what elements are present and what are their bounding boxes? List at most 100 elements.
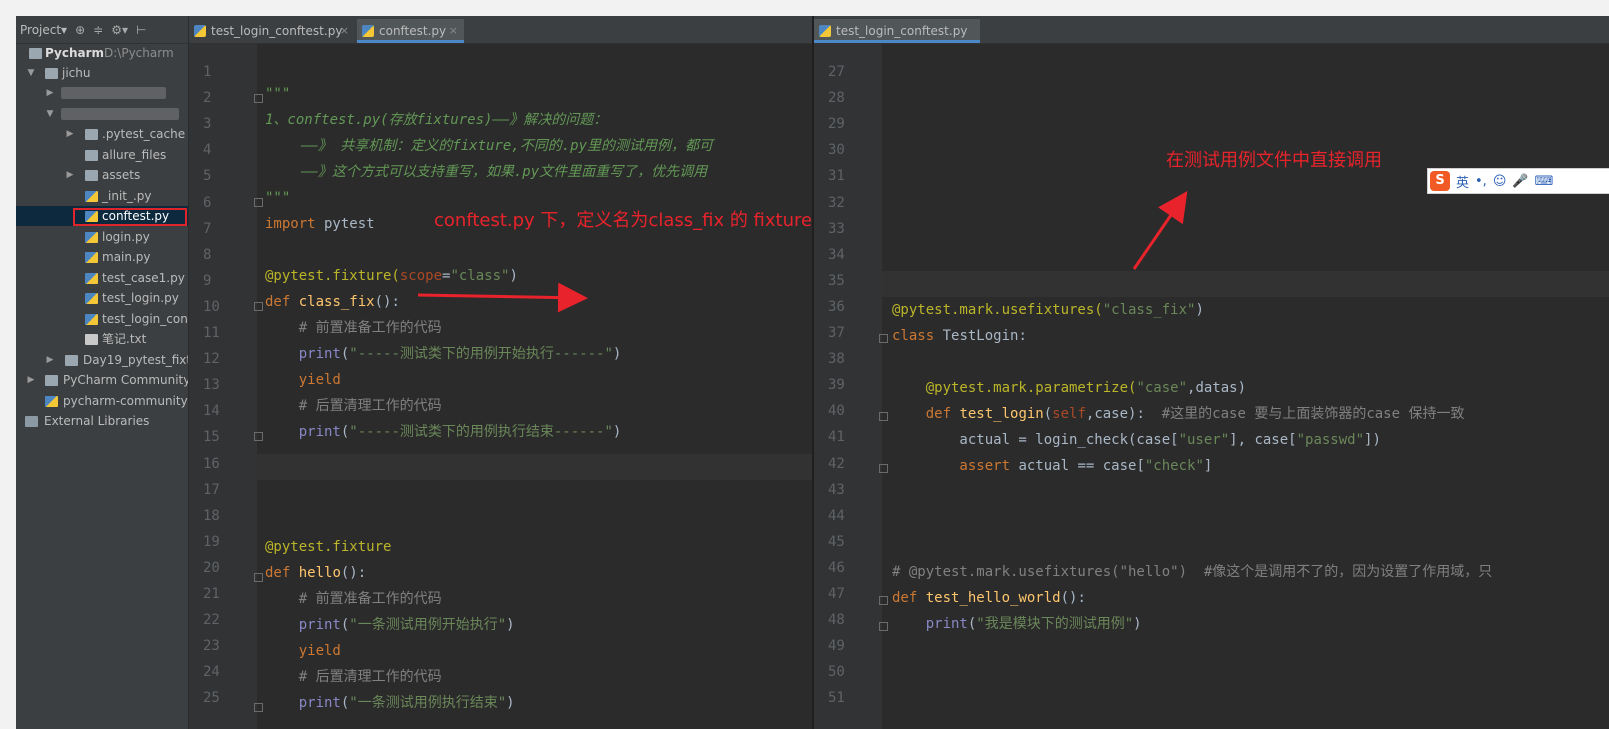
project-panel: Project▾ ⊕ ≑ ⚙▾ ⊢ Pycharm D:\Pycharm ▼ j…: [16, 16, 189, 729]
project-view-selector[interactable]: Project▾: [20, 23, 67, 37]
string: "-----测试类下的用例开始执行------": [349, 346, 613, 362]
tree-item-jichu[interactable]: ▼ jichu: [16, 63, 188, 83]
tab-label: test_login_conftest.py: [211, 24, 343, 38]
ime-toolbar: S 英 •, ☺ 🎤 ⌨: [1427, 168, 1609, 194]
left-code-editor[interactable]: 1 2 3 4 5 6 7 8 9 10 11 12 13 14 15 16 17 18 19 20 21 22 23 24 2…: [189, 44, 812, 729]
code-line-21: # 前置准备工作的代码: [265, 586, 442, 612]
comment: # 后置清理工作的代码: [265, 398, 442, 414]
fold-marker-icon[interactable]: [254, 94, 263, 103]
python-file-icon: [45, 396, 58, 407]
tab-test-login-conftest[interactable]: test_login_conftest.py ×: [189, 19, 355, 43]
comment: # @pytest.mark.usefixtures("hello") #像这个…: [892, 564, 1493, 580]
line-number-gutter: [814, 44, 882, 729]
tree-item-label: pycharm-community-: [63, 394, 188, 408]
tab-label: test_login_conftest.py: [836, 24, 968, 38]
code-text: (: [1043, 406, 1053, 422]
fold-marker-icon[interactable]: [254, 198, 263, 207]
fold-marker-icon[interactable]: [254, 302, 263, 311]
current-line-highlight: [882, 271, 1609, 297]
locate-icon[interactable]: ⊕: [75, 23, 85, 37]
code-line-24: # 后置清理工作的代码: [265, 664, 442, 690]
line-number: 16: [203, 455, 220, 472]
code-line-23: yield: [265, 638, 341, 664]
tree-root-pycharm[interactable]: Pycharm D:\Pycharm: [16, 43, 188, 63]
settings-gear-icon[interactable]: ⚙▾: [111, 23, 128, 37]
line-number: 7: [203, 220, 212, 237]
folder-icon: [85, 150, 98, 161]
fold-marker-icon[interactable]: [254, 573, 263, 582]
expanded-arrow-icon[interactable]: ▼: [26, 63, 36, 83]
code-text: actual = login_check(case[: [892, 432, 1179, 448]
decorator: @pytest.mark.usefixtures(: [892, 302, 1103, 318]
keyword: yield: [265, 372, 341, 388]
fold-marker-icon[interactable]: [879, 464, 888, 473]
ime-microphone-icon[interactable]: 🎤: [1512, 174, 1528, 189]
tree-item-init-py[interactable]: _init_.py: [16, 186, 188, 206]
fold-marker-icon[interactable]: [879, 622, 888, 631]
tree-item-redacted[interactable]: ▼: [16, 104, 188, 124]
python-file-icon: [362, 25, 374, 37]
ime-punct-icon[interactable]: •,: [1475, 174, 1487, 189]
builtin: print: [265, 617, 341, 633]
hide-panel-icon[interactable]: ⊢: [136, 23, 146, 37]
expanded-arrow-icon[interactable]: ▼: [45, 104, 55, 124]
line-number: 1: [203, 64, 212, 80]
line-number: 34: [828, 246, 845, 263]
fold-marker-icon[interactable]: [254, 703, 263, 712]
comment: # 后置清理工作的代码: [265, 669, 442, 685]
tree-item-pytest-cache[interactable]: ▶ .pytest_cache: [16, 124, 188, 144]
tree-item-test-login-py[interactable]: test_login.py: [16, 288, 188, 308]
ime-keyboard-icon[interactable]: ⌨: [1535, 174, 1554, 189]
line-number: 8: [203, 246, 212, 263]
tab-conftest[interactable]: conftest.py ×: [357, 19, 464, 43]
tree-item-login-py[interactable]: login.py: [16, 227, 188, 247]
ime-language-toggle[interactable]: 英: [1456, 172, 1469, 191]
tree-item-external-libraries[interactable]: External Libraries: [16, 411, 188, 431]
tree-item-pycharm-community[interactable]: ▶ PyCharm Community: [16, 370, 188, 390]
collapsed-arrow-icon[interactable]: ▶: [65, 124, 75, 144]
line-number: 27: [828, 64, 845, 80]
docstring: ——》这个方式可以支持重写，如果.py文件里面重写了，优先调用: [301, 164, 708, 180]
line-number: 18: [203, 507, 220, 524]
comment: # 前置准备工作的代码: [265, 591, 442, 607]
project-toolbar: Project▾ ⊕ ≑ ⚙▾ ⊢: [16, 16, 188, 44]
collapsed-arrow-icon[interactable]: ▶: [65, 165, 75, 185]
code-text: ): [506, 617, 515, 633]
builtin: print: [265, 695, 341, 711]
tree-item-label: test_case1.py: [102, 271, 185, 285]
code-line-46: # @pytest.mark.usefixtures("hello") #像这个…: [892, 559, 1492, 585]
collapse-icon[interactable]: ≑: [93, 23, 103, 37]
line-number: 5: [203, 168, 212, 185]
fold-marker-icon[interactable]: [254, 432, 263, 441]
tree-item-label: test_login.py: [102, 291, 179, 305]
tree-item-main-py[interactable]: main.py: [16, 247, 188, 267]
close-icon[interactable]: ×: [449, 19, 458, 43]
tree-item-test-login-conftest-py[interactable]: test_login_conftest.py: [16, 309, 188, 329]
tree-item-notes-txt[interactable]: 笔记.txt: [16, 329, 188, 349]
tree-item-redacted[interactable]: ▶: [16, 83, 188, 103]
tree-item-assets[interactable]: ▶ assets: [16, 165, 188, 185]
fold-marker-icon[interactable]: [879, 412, 888, 421]
fold-marker-icon[interactable]: [879, 334, 888, 343]
tree-item-label: Day19_pytest_fixture: [83, 353, 188, 367]
code-line-37: class TestLogin:: [892, 323, 1027, 349]
fold-marker-icon[interactable]: [879, 596, 888, 605]
keyword: def: [265, 565, 291, 581]
collapsed-arrow-icon[interactable]: ▶: [45, 350, 55, 370]
highlight-box-conftest: [73, 208, 187, 226]
tab-test-login-conftest-right[interactable]: test_login_conftest.py: [814, 19, 980, 43]
tree-item-allure-files[interactable]: allure_files: [16, 145, 188, 165]
python-file-icon: [85, 273, 98, 284]
tree-item-day19[interactable]: ▶ Day19_pytest_fixture: [16, 350, 188, 370]
ime-emoji-icon[interactable]: ☺: [1493, 174, 1507, 189]
code-line-4: ——》 共享机制：定义的fixture,不同的.py里的测试用例，都可: [301, 133, 713, 159]
sogou-logo-icon[interactable]: S: [1430, 171, 1450, 191]
collapsed-arrow-icon[interactable]: ▶: [45, 83, 55, 103]
line-number: 20: [203, 559, 220, 576]
tree-item-test-case1-py[interactable]: test_case1.py: [16, 268, 188, 288]
line-number: 23: [203, 638, 220, 655]
tree-item-pycharm-community-file[interactable]: pycharm-community-: [16, 391, 188, 411]
folder-icon: [45, 375, 58, 386]
collapsed-arrow-icon[interactable]: ▶: [26, 370, 36, 390]
close-icon[interactable]: ×: [340, 19, 349, 43]
